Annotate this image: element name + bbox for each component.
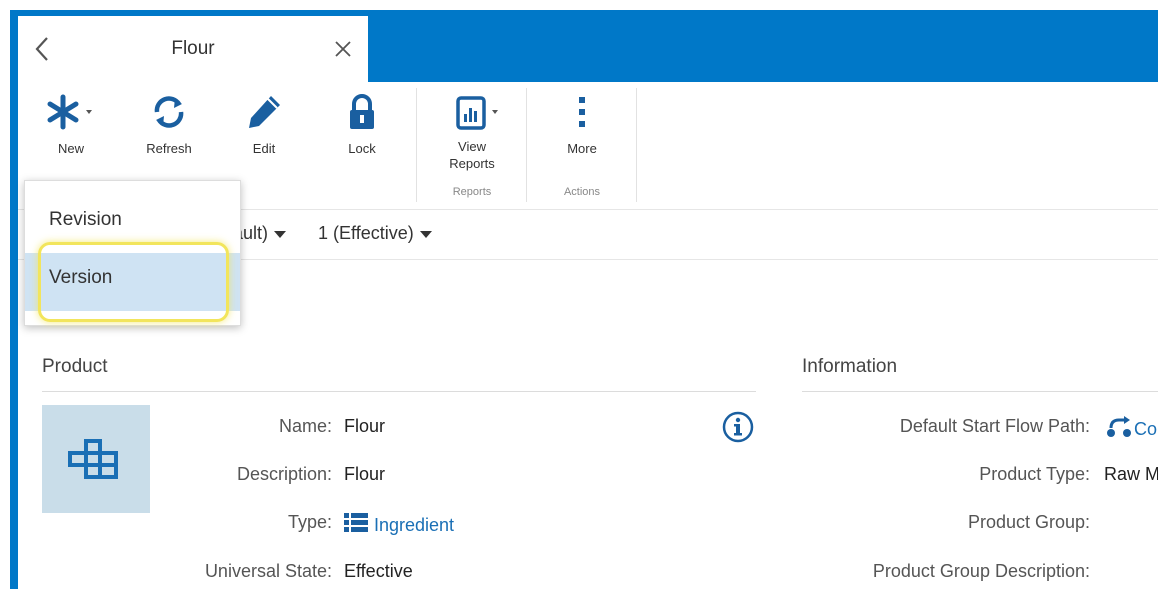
edit-button[interactable]: Edit [219, 92, 309, 172]
menu-item-version[interactable]: Version [25, 253, 240, 311]
view-reports-label: View Reports [449, 139, 495, 171]
field-label-universal-state: Universal State: [204, 561, 332, 581]
menu-item-revision-label: Revision [49, 209, 122, 230]
information-section-title: Information [802, 356, 898, 377]
lock-label: Lock [348, 141, 376, 156]
close-icon[interactable] [332, 38, 354, 60]
more-label: More [567, 141, 597, 156]
field-value-universal-state: Effective [344, 561, 413, 581]
field-value-default-start-flow-path: Co [1134, 419, 1158, 439]
flow-path-icon [1107, 416, 1131, 437]
new-button[interactable]: New [26, 92, 116, 172]
info-icon[interactable] [722, 411, 754, 443]
field-value-description: Flour [344, 464, 386, 484]
app-window: Flour New Refresh Edit Lock View Reports… [0, 0, 1158, 589]
lock-button[interactable]: Lock [317, 92, 407, 172]
document-tab[interactable]: Flour [18, 16, 368, 82]
field-label-product-group: Product Group: [967, 512, 1090, 532]
product-section-title: Product [42, 356, 108, 377]
type-link[interactable]: Ingredient [344, 512, 454, 536]
menu-item-revision[interactable]: Revision [25, 195, 240, 253]
field-label-default-start-flow-path: Default Start Flow Path: [899, 416, 1090, 436]
caret-down-icon [274, 230, 287, 238]
version-selector[interactable]: 1 (Effective) [318, 223, 432, 244]
information-section-divider [802, 391, 1158, 392]
view-reports-button[interactable]: View Reports [427, 92, 517, 172]
caret-down-icon [419, 230, 432, 238]
field-label-description: Description: [236, 464, 332, 484]
more-vertical-icon [579, 97, 585, 127]
field-label-type: Type: [287, 512, 332, 532]
report-icon [456, 96, 498, 130]
ribbon-separator [416, 88, 417, 202]
top-strip [0, 0, 1158, 10]
field-value-name: Flour [344, 416, 386, 436]
field-value-type: Ingredient [374, 515, 455, 535]
asterisk-icon [47, 94, 92, 130]
menu-item-version-label: Version [49, 267, 113, 288]
ribbon-separator [636, 88, 637, 202]
lock-icon [350, 94, 374, 129]
product-section-divider [42, 391, 756, 392]
new-label: New [57, 141, 84, 156]
field-label-product-type: Product Type: [979, 464, 1090, 484]
pencil-icon [249, 96, 280, 128]
default-start-flow-path-link[interactable]: Co [1106, 416, 1157, 440]
field-label-name: Name: [278, 416, 332, 436]
list-icon [344, 513, 368, 532]
ribbon-separator [526, 88, 527, 202]
group-label-reports: Reports [452, 186, 492, 198]
refresh-button[interactable]: Refresh [124, 92, 214, 172]
field-value-product-type: Raw M [1104, 464, 1158, 484]
refresh-label: Refresh [146, 141, 192, 156]
edit-label: Edit [252, 141, 276, 156]
more-button[interactable]: More [537, 92, 627, 172]
left-edge-bar [10, 10, 18, 589]
version-value: 1 (Effective) [318, 223, 414, 243]
group-label-actions: Actions [563, 186, 601, 198]
product-thumbnail [42, 405, 150, 513]
field-label-product-group-description: Product Group Description: [872, 561, 1090, 581]
new-dropdown-menu: Revision Version [24, 180, 241, 326]
refresh-icon [154, 96, 184, 128]
tab-title: Flour [171, 38, 215, 59]
product-structure-icon [68, 439, 118, 479]
